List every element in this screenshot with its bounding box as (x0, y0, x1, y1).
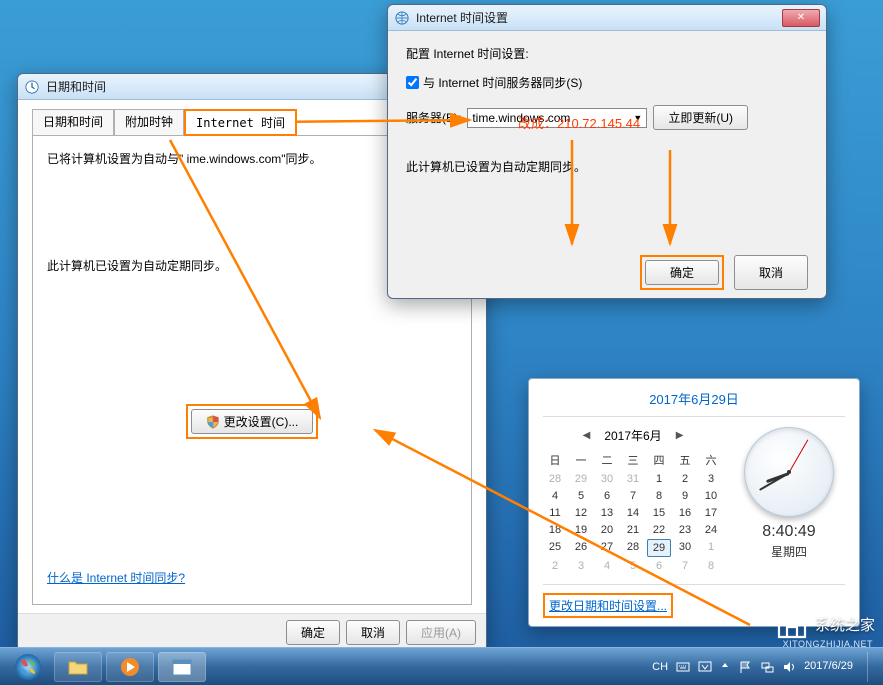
cancel-button[interactable]: 取消 (734, 255, 808, 290)
calendar-day[interactable]: 13 (595, 505, 619, 521)
prev-month-button[interactable]: ◀ (577, 430, 597, 441)
sync-checkbox-label: 与 Internet 时间服务器同步(S) (423, 74, 582, 91)
calendar-day[interactable]: 8 (699, 558, 723, 574)
calendar-day[interactable]: 11 (543, 505, 567, 521)
calendar-day[interactable]: 4 (543, 488, 567, 504)
calendar-grid: 日一二三四五六282930311234567891011121314151617… (543, 450, 723, 574)
taskbar-mediaplayer[interactable] (106, 652, 154, 682)
calendar-day[interactable]: 1 (699, 539, 723, 557)
clock-icon (24, 79, 40, 95)
taskbar-datetime-app[interactable] (158, 652, 206, 682)
change-settings-button[interactable]: 更改设置(C)... (191, 409, 314, 434)
calendar-day[interactable]: 28 (543, 471, 567, 487)
calendar-day[interactable]: 3 (569, 558, 593, 574)
calendar-day[interactable]: 5 (621, 558, 645, 574)
tray-network-icon[interactable] (760, 660, 774, 674)
window-title: 日期和时间 (46, 78, 106, 95)
calendar-day[interactable]: 18 (543, 522, 567, 538)
analog-clock (744, 427, 834, 517)
calendar-day[interactable]: 2 (673, 471, 697, 487)
calendar-day[interactable]: 22 (647, 522, 671, 538)
calendar-day[interactable]: 17 (699, 505, 723, 521)
tray-volume-icon[interactable] (782, 660, 796, 674)
calendar-day[interactable]: 7 (673, 558, 697, 574)
tray-flag-icon[interactable] (738, 660, 752, 674)
help-link[interactable]: 什么是 Internet 时间同步? (47, 569, 185, 586)
calendar-day[interactable]: 29 (647, 539, 671, 557)
ok-button[interactable]: 确定 (286, 620, 340, 645)
shield-icon (206, 415, 220, 429)
full-date-text: 2017年6月29日 (543, 389, 845, 408)
titlebar[interactable]: Internet 时间设置 ✕ (388, 5, 826, 31)
month-label: 2017年6月 (604, 427, 661, 444)
change-settings-label: 更改设置(C)... (224, 413, 299, 430)
taskbar-explorer[interactable] (54, 652, 102, 682)
tab-internet-time[interactable]: Internet 时间 (184, 109, 297, 136)
clock-flyout: 2017年6月29日 ◀ 2017年6月 ▶ 日一二三四五六2829303112… (528, 378, 860, 627)
calendar-day[interactable]: 1 (647, 471, 671, 487)
tab-datetime[interactable]: 日期和时间 (32, 109, 114, 136)
window-title: Internet 时间设置 (416, 9, 508, 26)
calendar-day[interactable]: 15 (647, 505, 671, 521)
taskbar-clock[interactable]: 2017/6/29 (804, 660, 859, 672)
tray-chevron-icon[interactable] (720, 660, 730, 674)
calendar-day[interactable]: 27 (595, 539, 619, 557)
annotation-change-to: 改成：210.72.145.44 (518, 113, 640, 132)
calendar-day[interactable]: 8 (647, 488, 671, 504)
calendar-day[interactable]: 19 (569, 522, 593, 538)
apply-button[interactable]: 应用(A) (406, 620, 476, 645)
tray-vm-icon[interactable] (698, 660, 712, 674)
calendar-day[interactable]: 31 (621, 471, 645, 487)
calendar-day[interactable]: 24 (699, 522, 723, 538)
calendar-day[interactable]: 29 (569, 471, 593, 487)
close-button[interactable]: ✕ (782, 9, 820, 27)
taskbar[interactable]: CH 2017/6/29 (0, 647, 883, 685)
update-now-button[interactable]: 立即更新(U) (653, 105, 748, 130)
watermark-logo: 系统之家 (775, 609, 875, 639)
calendar-day[interactable]: 6 (595, 488, 619, 504)
calendar: ◀ 2017年6月 ▶ 日一二三四五六282930311234567891011… (543, 427, 723, 574)
calendar-day[interactable]: 26 (569, 539, 593, 557)
calendar-day[interactable]: 6 (647, 558, 671, 574)
next-month-button[interactable]: ▶ (670, 430, 690, 441)
globe-icon (394, 10, 410, 26)
calendar-day[interactable]: 7 (621, 488, 645, 504)
heading-text: 配置 Internet 时间设置: (406, 45, 808, 62)
calendar-day[interactable]: 25 (543, 539, 567, 557)
calendar-day[interactable]: 14 (621, 505, 645, 521)
change-datetime-link[interactable]: 更改日期和时间设置... (549, 599, 667, 613)
cancel-button[interactable]: 取消 (346, 620, 400, 645)
sync-checkbox[interactable] (406, 76, 419, 89)
show-desktop-button[interactable] (867, 652, 877, 682)
sync-checkbox-row[interactable]: 与 Internet 时间服务器同步(S) (406, 74, 808, 91)
calendar-day[interactable]: 21 (621, 522, 645, 538)
calendar-day[interactable]: 30 (673, 539, 697, 557)
calendar-day[interactable]: 20 (595, 522, 619, 538)
start-button[interactable] (6, 652, 50, 682)
calendar-day[interactable]: 28 (621, 539, 645, 557)
internet-time-settings-dialog: Internet 时间设置 ✕ 配置 Internet 时间设置: 与 Inte… (387, 4, 827, 299)
digital-time: 8:40:49 (739, 523, 839, 541)
server-label: 服务器(E): (406, 109, 461, 126)
calendar-day[interactable]: 12 (569, 505, 593, 521)
tab-additional-clocks[interactable]: 附加时钟 (114, 109, 184, 136)
calendar-day[interactable]: 4 (595, 558, 619, 574)
calendar-day[interactable]: 10 (699, 488, 723, 504)
calendar-day[interactable]: 23 (673, 522, 697, 538)
calendar-day[interactable]: 30 (595, 471, 619, 487)
calendar-day[interactable]: 2 (543, 558, 567, 574)
auto-sync-note: 此计算机已设置为自动定期同步。 (406, 158, 808, 175)
ime-indicator[interactable]: CH (652, 661, 668, 673)
calendar-day[interactable]: 3 (699, 471, 723, 487)
ok-button[interactable]: 确定 (645, 260, 719, 285)
tray-keyboard-icon[interactable] (676, 660, 690, 674)
day-of-week: 星期四 (739, 543, 839, 560)
calendar-day[interactable]: 16 (673, 505, 697, 521)
calendar-day[interactable]: 5 (569, 488, 593, 504)
watermark-text: 系统之家 (815, 614, 875, 635)
calendar-day[interactable]: 9 (673, 488, 697, 504)
